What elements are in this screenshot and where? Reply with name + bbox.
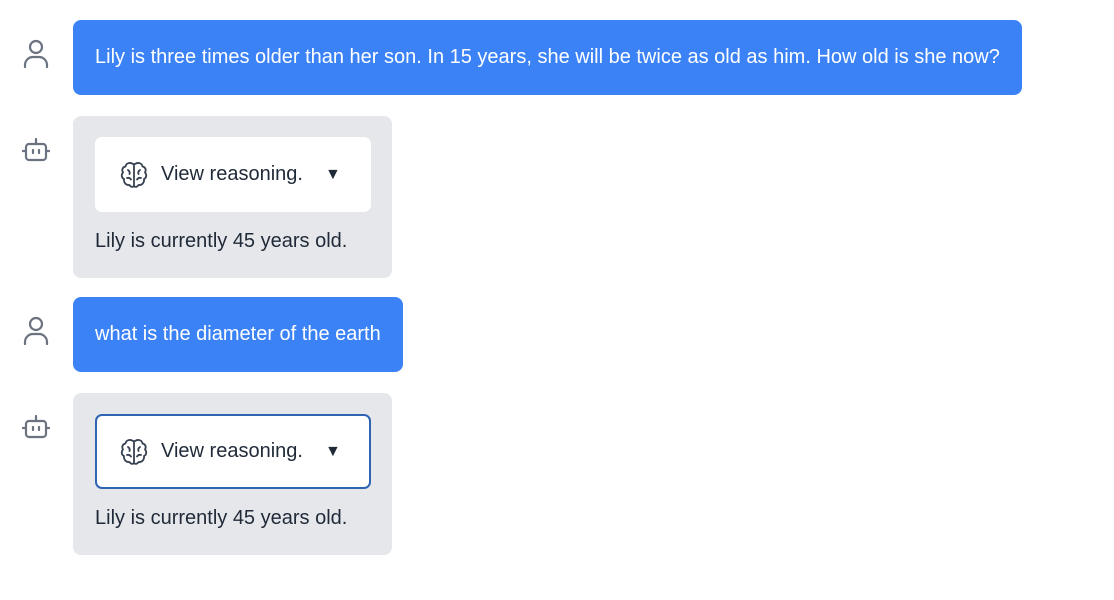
view-reasoning-label: View reasoning. xyxy=(161,440,303,462)
assistant-message-text: Lily is currently 45 years old. xyxy=(95,230,348,252)
assistant-message-bubble: View reasoning. ▼ Lily is currently 45 y… xyxy=(73,116,392,278)
brain-icon xyxy=(119,437,149,467)
view-reasoning-button[interactable]: View reasoning. ▼ xyxy=(95,137,371,212)
user-message-text: Lily is three times older than her son. … xyxy=(95,46,1000,68)
robot-icon xyxy=(20,134,52,166)
caret-down-icon: ▼ xyxy=(324,442,341,460)
caret-down-icon: ▼ xyxy=(324,165,341,183)
brain-icon xyxy=(119,160,149,190)
view-reasoning-button[interactable]: View reasoning. ▼ xyxy=(95,414,371,489)
assistant-message-bubble: View reasoning. ▼ Lily is currently 45 y… xyxy=(73,393,392,555)
robot-icon xyxy=(20,411,52,443)
chat-thread: Lily is three times older than her son. … xyxy=(0,0,1114,600)
user-icon xyxy=(20,315,52,347)
assistant-message-text: Lily is currently 45 years old. xyxy=(95,507,348,529)
user-message-text: what is the diameter of the earth xyxy=(95,323,381,345)
user-message-bubble: what is the diameter of the earth xyxy=(73,297,403,372)
view-reasoning-label: View reasoning. xyxy=(161,163,303,185)
user-message-bubble: Lily is three times older than her son. … xyxy=(73,20,1022,95)
user-icon xyxy=(20,38,52,70)
